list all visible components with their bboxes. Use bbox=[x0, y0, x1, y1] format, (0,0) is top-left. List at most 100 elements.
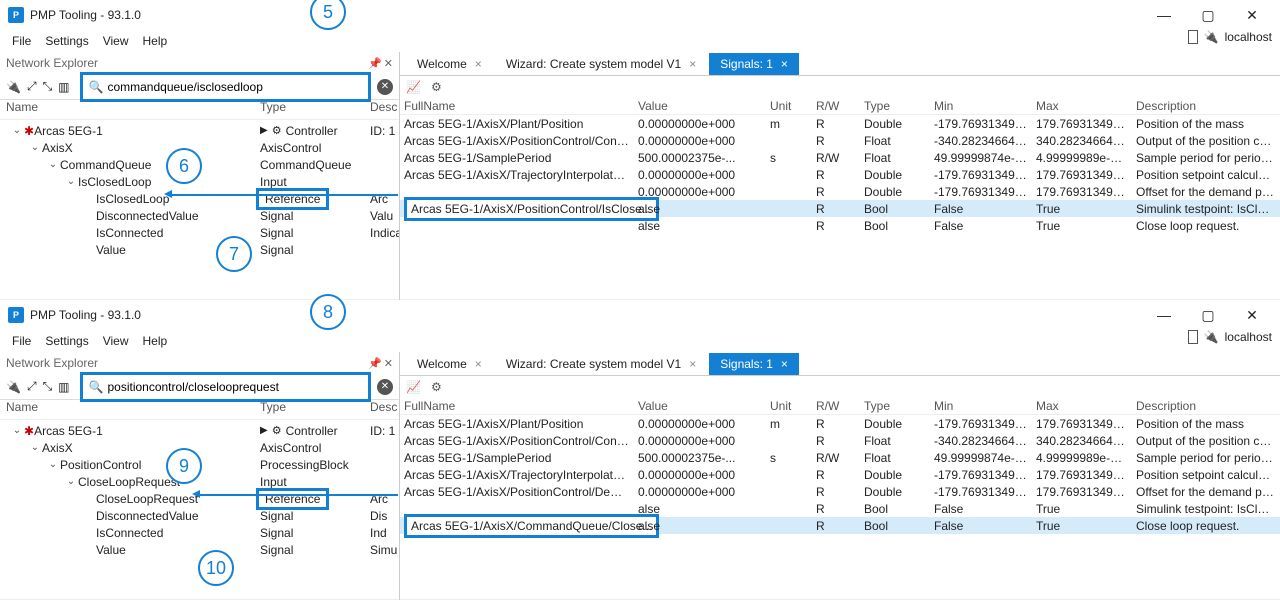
tree-row[interactable]: ⌄ AxisXAxisControl bbox=[0, 139, 399, 156]
tab-wizard[interactable]: Wizard: Create system model V1× bbox=[495, 353, 707, 375]
close-button[interactable]: ✕ bbox=[1232, 302, 1272, 328]
table-row[interactable]: Arcas 5EG-1/AxisX/CommandQueue/Close...a… bbox=[400, 517, 1280, 534]
tree-header-name[interactable]: Name bbox=[0, 400, 260, 419]
close-icon[interactable]: × bbox=[475, 57, 482, 71]
th-desc[interactable]: Description bbox=[1132, 399, 1280, 413]
expand-icon[interactable]: ⤢ bbox=[27, 79, 37, 94]
gear-icon[interactable]: ⚙ bbox=[272, 424, 282, 437]
th-type[interactable]: Type bbox=[860, 399, 930, 413]
tree-twisty[interactable]: ⌄ bbox=[28, 142, 42, 153]
pin-icon[interactable] bbox=[1188, 330, 1198, 344]
th-fullname[interactable]: FullName bbox=[400, 99, 634, 113]
search-input[interactable] bbox=[107, 380, 362, 394]
options-icon[interactable]: ⚙ bbox=[431, 380, 442, 394]
tree-header-desc[interactable]: Desc bbox=[370, 100, 399, 119]
tab-welcome[interactable]: Welcome× bbox=[406, 53, 493, 75]
th-rw[interactable]: R/W bbox=[812, 399, 860, 413]
th-min[interactable]: Min bbox=[930, 399, 1032, 413]
menu-settings[interactable]: Settings bbox=[39, 32, 94, 50]
tree-row[interactable]: IsConnectedSignalIndica bbox=[0, 224, 399, 241]
tree-row[interactable]: ⌄✱ Arcas 5EG-1▶⚙ControllerID: 1 bbox=[0, 122, 399, 139]
chart-icon[interactable]: 📈 bbox=[406, 380, 421, 394]
tree-row[interactable]: IsClosedLoopReferenceArc bbox=[0, 190, 399, 207]
tree-row[interactable]: ValueSignal bbox=[0, 241, 399, 258]
th-rw[interactable]: R/W bbox=[812, 99, 860, 113]
menu-file[interactable]: File bbox=[6, 32, 37, 50]
close-icon[interactable]: × bbox=[689, 57, 696, 71]
play-icon[interactable]: ▶ bbox=[260, 425, 268, 436]
search-box[interactable]: 🔍 bbox=[80, 372, 371, 402]
menu-help[interactable]: Help bbox=[137, 32, 174, 50]
gear-icon[interactable]: ⚙ bbox=[272, 124, 282, 137]
tree-view[interactable]: ⌄✱ Arcas 5EG-1▶⚙ControllerID: 1⌄ AxisXAx… bbox=[0, 120, 399, 300]
search-box[interactable]: 🔍 bbox=[80, 72, 371, 102]
tree-row[interactable]: IsConnectedSignalInd bbox=[0, 524, 399, 541]
th-type[interactable]: Type bbox=[860, 99, 930, 113]
table-row[interactable]: Arcas 5EG-1/AxisX/TrajectoryInterpolator… bbox=[400, 166, 1280, 183]
tab-signals[interactable]: Signals: 1× bbox=[709, 53, 799, 75]
panel-close-icon[interactable]: ✕ bbox=[384, 57, 393, 70]
panel-pin-icon[interactable]: 📌 bbox=[368, 357, 382, 370]
expand-icon[interactable]: ⤢ bbox=[27, 379, 37, 394]
close-button[interactable]: ✕ bbox=[1232, 2, 1272, 28]
tab-welcome[interactable]: Welcome× bbox=[406, 353, 493, 375]
panel-pin-icon[interactable]: 📌 bbox=[368, 57, 382, 70]
th-min[interactable]: Min bbox=[930, 99, 1032, 113]
tree-row[interactable]: ValueSignalSimu bbox=[0, 541, 399, 558]
menu-view[interactable]: View bbox=[97, 332, 135, 350]
tree-twisty[interactable]: ⌄ bbox=[28, 442, 42, 453]
search-input[interactable] bbox=[107, 80, 362, 94]
menu-help[interactable]: Help bbox=[137, 332, 174, 350]
close-icon[interactable]: × bbox=[781, 357, 788, 371]
tree-twisty[interactable]: ⌄ bbox=[10, 425, 24, 436]
tree-twisty[interactable]: ⌄ bbox=[10, 125, 24, 136]
tree-twisty[interactable]: ⌄ bbox=[46, 159, 60, 170]
th-max[interactable]: Max bbox=[1032, 399, 1132, 413]
tree-row[interactable]: ⌄✱ Arcas 5EG-1▶⚙ControllerID: 1 bbox=[0, 422, 399, 439]
tree-header-desc[interactable]: Desc bbox=[370, 400, 399, 419]
table-row[interactable]: Arcas 5EG-1/AxisX/PositionControl/Deman.… bbox=[400, 483, 1280, 500]
table-row[interactable]: Arcas 5EG-1/AxisX/Plant/Position0.000000… bbox=[400, 415, 1280, 432]
tree-row[interactable]: ⌄ AxisXAxisControl bbox=[0, 439, 399, 456]
th-unit[interactable]: Unit bbox=[766, 399, 812, 413]
filter-icon[interactable]: ▥ bbox=[58, 80, 69, 94]
play-icon[interactable]: ▶ bbox=[260, 125, 268, 136]
minimize-button[interactable]: — bbox=[1144, 2, 1184, 28]
menu-settings[interactable]: Settings bbox=[39, 332, 94, 350]
close-icon[interactable]: × bbox=[689, 357, 696, 371]
menu-view[interactable]: View bbox=[97, 32, 135, 50]
collapse-icon[interactable]: ⤡ bbox=[43, 79, 53, 94]
pin-icon[interactable] bbox=[1188, 30, 1198, 44]
tree-row[interactable]: DisconnectedValueSignalValu bbox=[0, 207, 399, 224]
clear-search-button[interactable]: ✕ bbox=[377, 379, 393, 395]
clear-search-button[interactable]: ✕ bbox=[377, 79, 393, 95]
table-row[interactable]: Arcas 5EG-1/AxisX/PositionControl/Contro… bbox=[400, 432, 1280, 449]
tree-header-name[interactable]: Name bbox=[0, 100, 260, 119]
tree-twisty[interactable]: ⌄ bbox=[64, 476, 78, 487]
panel-close-icon[interactable]: ✕ bbox=[384, 357, 393, 370]
th-desc[interactable]: Description bbox=[1132, 99, 1280, 113]
tree-twisty[interactable]: ⌄ bbox=[64, 176, 78, 187]
tree-row[interactable]: DisconnectedValueSignalDis bbox=[0, 507, 399, 524]
connect-icon[interactable]: 🔌 bbox=[6, 80, 21, 94]
tab-signals[interactable]: Signals: 1× bbox=[709, 353, 799, 375]
close-icon[interactable]: × bbox=[781, 57, 788, 71]
tree-twisty[interactable]: ⌄ bbox=[46, 459, 60, 470]
table-row[interactable]: Arcas 5EG-1/AxisX/PositionControl/IsClos… bbox=[400, 200, 1280, 217]
filter-icon[interactable]: ▥ bbox=[58, 380, 69, 394]
th-unit[interactable]: Unit bbox=[766, 99, 812, 113]
table-row[interactable]: Arcas 5EG-1/SamplePeriod500.00002375e-..… bbox=[400, 449, 1280, 466]
close-icon[interactable]: × bbox=[475, 357, 482, 371]
th-value[interactable]: Value bbox=[634, 399, 766, 413]
chart-icon[interactable]: 📈 bbox=[406, 80, 421, 94]
table-row[interactable]: Arcas 5EG-1/SamplePeriod500.00002375e-..… bbox=[400, 149, 1280, 166]
th-max[interactable]: Max bbox=[1032, 99, 1132, 113]
collapse-icon[interactable]: ⤡ bbox=[43, 379, 53, 394]
minimize-button[interactable]: — bbox=[1144, 302, 1184, 328]
menu-file[interactable]: File bbox=[6, 332, 37, 350]
th-fullname[interactable]: FullName bbox=[400, 399, 634, 413]
table-row[interactable]: Arcas 5EG-1/AxisX/TrajectoryInterpolator… bbox=[400, 466, 1280, 483]
tree-header-type[interactable]: Type bbox=[260, 400, 370, 419]
table-row[interactable]: Arcas 5EG-1/AxisX/Plant/Position0.000000… bbox=[400, 115, 1280, 132]
table-row[interactable]: Arcas 5EG-1/AxisX/PositionControl/Contro… bbox=[400, 132, 1280, 149]
